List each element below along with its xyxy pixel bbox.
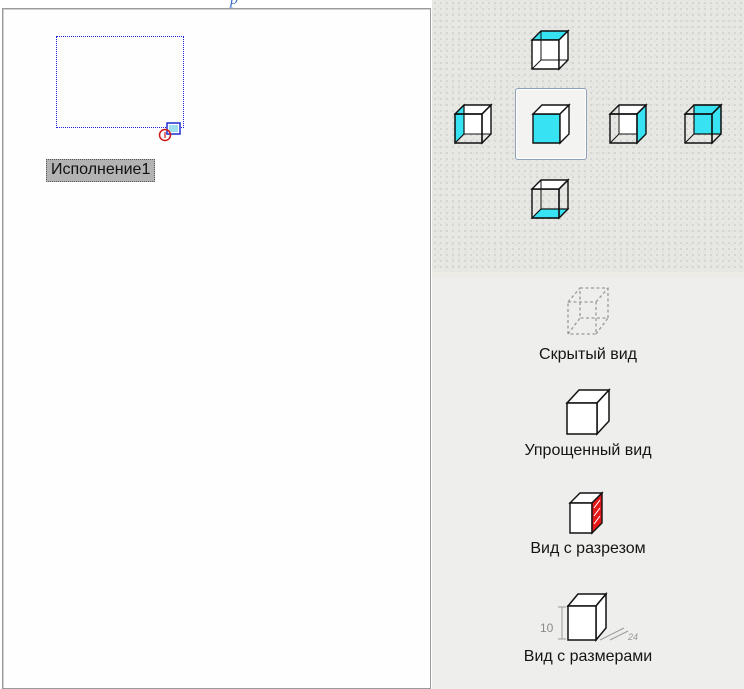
dimensions-view-icon: 24 10 [540,591,638,643]
section-view-button[interactable]: Вид с разрезом [432,490,744,558]
section-view-label: Вид с разрезом [530,540,646,557]
part-insert-marker-icon[interactable] [156,121,186,147]
cube-right-face-icon [608,103,648,145]
view-bottom-button[interactable] [514,163,586,235]
cube-back-face-icon [683,103,723,145]
view-panel: Скрытый вид Упрощенный вид Вид с разрезо… [432,0,744,689]
cube-front-face-icon [531,103,571,145]
view-left-button[interactable] [437,88,509,160]
dimensions-view-label: Вид с размерами [523,648,653,665]
view-right-button[interactable] [592,88,664,160]
svg-text:24: 24 [627,632,638,642]
drawing-canvas[interactable]: Исполнение1 [2,8,431,689]
hidden-view-label: Скрытый вид [539,346,637,363]
simplified-view-label: Упрощенный вид [524,442,652,459]
hidden-view-button[interactable]: Скрытый вид [432,284,744,364]
dimensions-view-button[interactable]: 24 10 Вид с размерами [432,590,744,666]
view-front-button[interactable] [515,88,587,160]
view-top-button[interactable] [514,14,586,86]
display-mode-list: Скрытый вид Упрощенный вид Вид с разрезо… [432,278,744,689]
view-back-button[interactable] [667,88,739,160]
simplified-view-button[interactable]: Упрощенный вид [432,386,744,460]
cube-bottom-face-icon [530,178,570,220]
cube-left-face-icon [453,103,493,145]
variant-label[interactable]: Исполнение1 [46,159,156,182]
section-view-icon [568,491,604,535]
part-selection-frame[interactable] [56,36,184,128]
cube-top-face-icon [530,29,570,71]
orientation-selector [432,0,744,272]
dimension-value: 10 [540,621,554,635]
hidden-view-icon [567,287,609,335]
simplified-view-icon [565,388,611,436]
